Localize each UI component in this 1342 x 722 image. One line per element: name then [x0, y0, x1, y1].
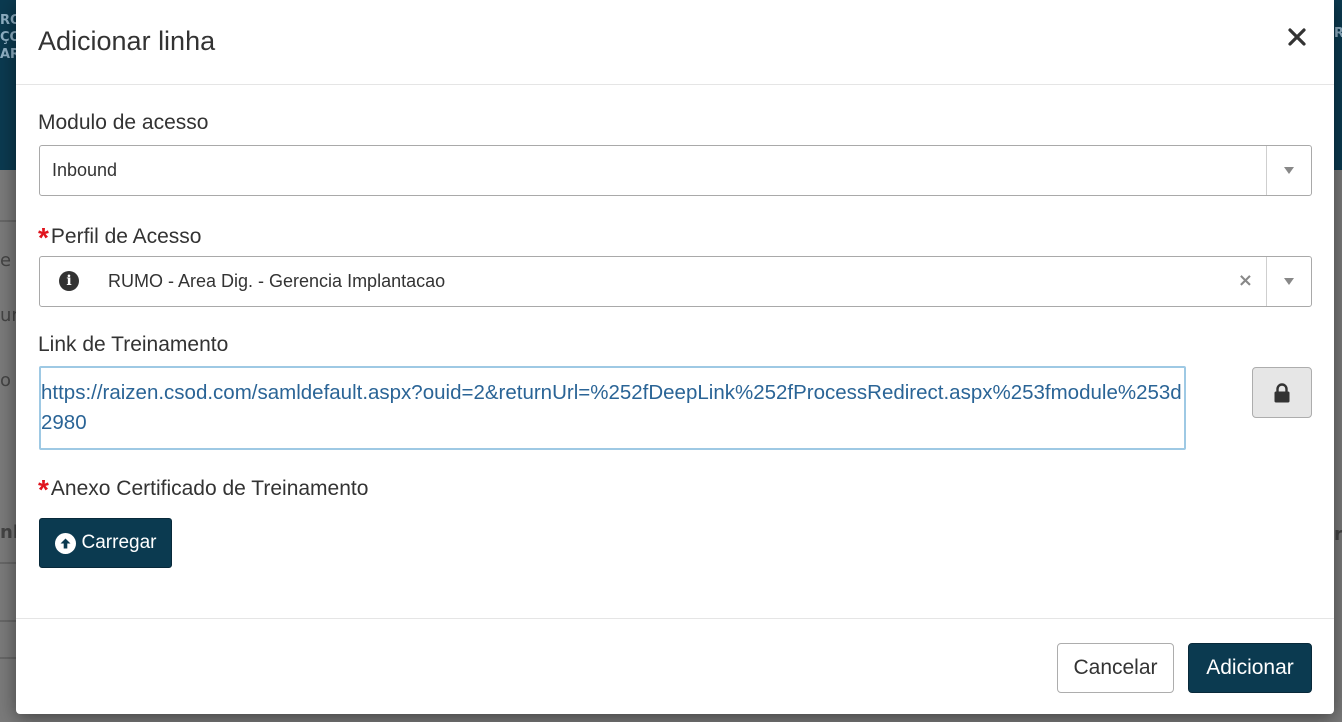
perfil-label: *Perfil de Acesso [38, 220, 202, 252]
background-divider [0, 562, 16, 564]
background-header-text: ÇO [0, 30, 16, 45]
modal-header: Adicionar linha [16, 0, 1334, 85]
modulo-select[interactable]: Inbound [39, 145, 1312, 196]
modulo-select-value: Inbound [52, 160, 118, 180]
modulo-dropdown-toggle[interactable] [1266, 146, 1311, 195]
chevron-down-icon [1284, 167, 1294, 174]
background-header-text: AR [0, 47, 16, 62]
modal-footer: Cancelar Adicionar [16, 618, 1334, 714]
lock-button[interactable] [1252, 367, 1312, 418]
upload-button-label: Carregar [81, 532, 157, 553]
background-text: o [0, 370, 12, 391]
upload-circle-icon [54, 532, 76, 554]
background-text: nb [0, 522, 16, 543]
add-line-modal: Adicionar linha Modulo de acesso Inbound… [16, 0, 1334, 714]
anexo-label: *Anexo Certificado de Treinamento [38, 472, 369, 504]
link-label: Link de Treinamento [38, 333, 229, 356]
close-button[interactable] [1280, 20, 1314, 54]
background-text: um [0, 305, 16, 326]
background-header-text-right: R [1334, 26, 1342, 41]
cancel-button[interactable]: Cancelar [1057, 643, 1174, 693]
background-divider [0, 620, 16, 622]
lock-icon [1274, 382, 1290, 402]
close-icon [1288, 28, 1306, 46]
perfil-dropdown-toggle[interactable] [1266, 257, 1311, 306]
training-link-field[interactable]: https://raizen.csod.com/samldefault.aspx… [39, 366, 1186, 450]
perfil-select-value: RUMO - Area Dig. - Gerencia Implantacao [108, 271, 446, 291]
required-icon: * [38, 222, 49, 253]
anexo-label-text: Anexo Certificado de Treinamento [50, 477, 369, 500]
upload-button[interactable]: Carregar [39, 518, 172, 568]
info-icon[interactable]: i [59, 271, 79, 291]
perfil-select[interactable]: i RUMO - Area Dig. - Gerencia Implantaca… [39, 256, 1312, 307]
background-text-right: r [1334, 524, 1342, 545]
background-divider [0, 657, 16, 659]
modal-title: Adicionar linha [38, 26, 216, 56]
modulo-label: Modulo de acesso [38, 111, 209, 134]
background-divider [0, 220, 16, 222]
chevron-down-icon [1284, 278, 1294, 285]
perfil-label-text: Perfil de Acesso [50, 225, 202, 248]
background-header-text: RO [0, 13, 16, 28]
background-text: e [0, 250, 12, 271]
required-icon: * [38, 474, 49, 505]
clear-selection-icon[interactable]: × [1238, 271, 1253, 291]
add-button[interactable]: Adicionar [1188, 643, 1312, 693]
